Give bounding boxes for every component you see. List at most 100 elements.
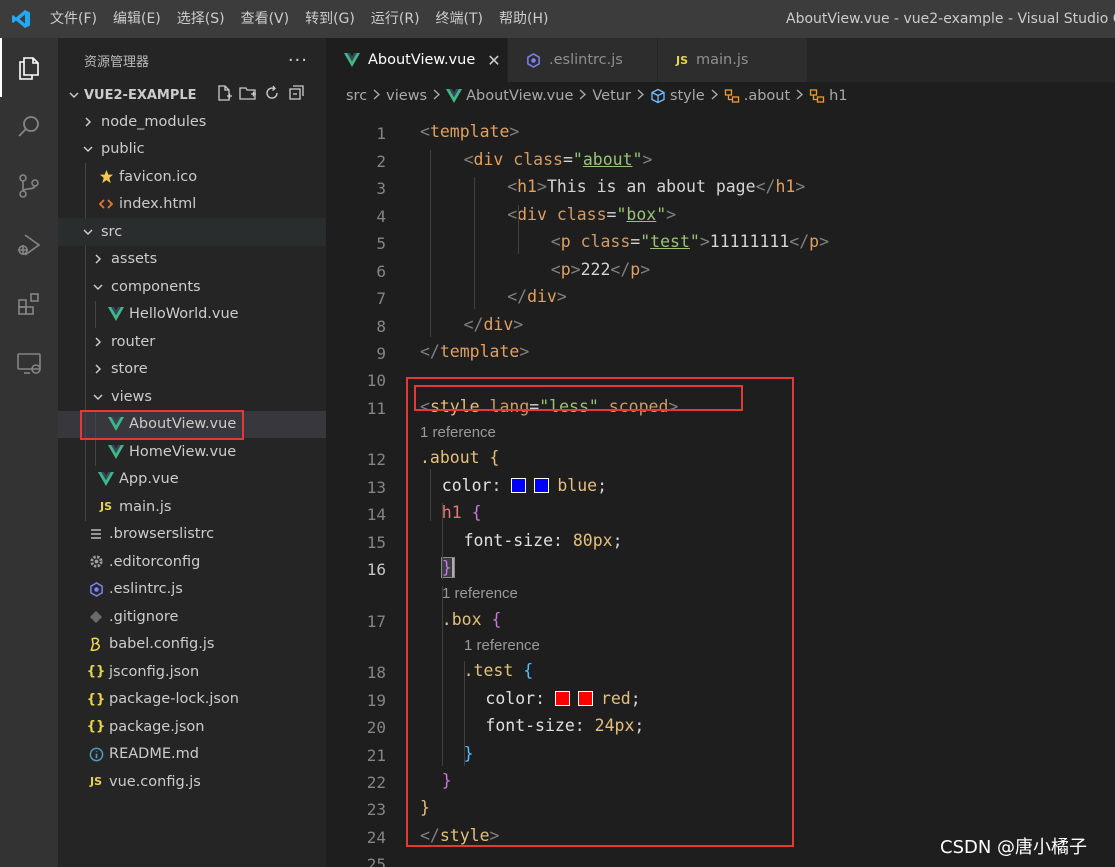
tree-item[interactable]: HelloWorld.vue bbox=[58, 300, 326, 328]
menu-item[interactable]: 查看(V) bbox=[233, 0, 298, 38]
tree-item[interactable]: JS main.js bbox=[58, 493, 326, 521]
tree-item[interactable]: HomeView.vue bbox=[58, 438, 326, 466]
files-icon[interactable] bbox=[0, 38, 58, 97]
menu-item[interactable]: 终端(T) bbox=[428, 0, 491, 38]
tree-item[interactable]: src bbox=[58, 218, 326, 246]
tab--eslintrc-js[interactable]: .eslintrc.js bbox=[508, 38, 658, 82]
tree-item[interactable]: node_modules bbox=[58, 108, 326, 136]
chevron-down-icon bbox=[78, 222, 98, 242]
collapse-all-icon[interactable] bbox=[287, 84, 305, 106]
tree-item[interactable]: assets bbox=[58, 245, 326, 273]
tree-item[interactable]: favicon.ico bbox=[58, 163, 326, 191]
source-control-icon[interactable] bbox=[0, 156, 58, 215]
window-title: AboutView.vue - vue2-example - Visual St… bbox=[786, 11, 1115, 27]
vscode-logo-icon bbox=[0, 0, 42, 38]
line-number: 5 bbox=[376, 234, 386, 253]
tree-item-label: .eslintrc.js bbox=[109, 581, 183, 598]
tree-item[interactable]: public bbox=[58, 136, 326, 164]
tree-item[interactable]: App.vue bbox=[58, 465, 326, 493]
code-token: div bbox=[527, 287, 557, 306]
breadcrumb-item[interactable]: src bbox=[346, 88, 367, 104]
menu-item[interactable]: 编辑(E) bbox=[105, 0, 169, 38]
tree-item[interactable]: {} package-lock.json bbox=[58, 686, 326, 714]
close-icon[interactable]: ✕ bbox=[487, 51, 500, 70]
tab-label: .eslintrc.js bbox=[549, 52, 623, 68]
more-actions-icon[interactable]: ··· bbox=[288, 50, 308, 71]
line-number: 2 bbox=[376, 152, 386, 171]
code-token: h1 bbox=[775, 177, 796, 196]
code-line: <p>222</p> bbox=[551, 260, 650, 279]
tree-item[interactable]: JS vue.config.js bbox=[58, 768, 326, 796]
tree-item[interactable]: .gitignore bbox=[58, 603, 326, 631]
json-icon: {} bbox=[86, 719, 106, 735]
line-number: 19 bbox=[366, 691, 386, 710]
code-token: < bbox=[463, 150, 474, 169]
tree-item[interactable]: .eslintrc.js bbox=[58, 576, 326, 604]
tree-item-label: favicon.ico bbox=[119, 168, 198, 185]
search-icon[interactable] bbox=[0, 97, 58, 156]
tree-item-label: .gitignore bbox=[109, 608, 179, 625]
new-file-icon[interactable] bbox=[215, 84, 233, 106]
tree-item[interactable]: {} package.json bbox=[58, 713, 326, 741]
tree-item[interactable]: router bbox=[58, 328, 326, 356]
menu-item[interactable]: 转到(G) bbox=[297, 0, 363, 38]
run-debug-icon[interactable] bbox=[0, 215, 58, 274]
code-token: " bbox=[632, 150, 643, 169]
menu-item[interactable]: 选择(S) bbox=[169, 0, 233, 38]
code-token: </ bbox=[420, 342, 440, 361]
line-number: 11 bbox=[366, 399, 386, 418]
tree-item[interactable]: .editorconfig bbox=[58, 548, 326, 576]
tab-main-js[interactable]: JS main.js bbox=[658, 38, 808, 82]
title-bar: 文件(F) 编辑(E) 选择(S) 查看(V) 转到(G) 运行(R) 终端(T) 帮助(H)… bbox=[0, 0, 1115, 38]
tree-item-label: store bbox=[111, 361, 148, 378]
breadcrumb-item[interactable]: style bbox=[670, 88, 705, 104]
new-folder-icon[interactable] bbox=[238, 84, 257, 106]
breadcrumb-item[interactable]: h1 bbox=[829, 88, 847, 104]
code-token: = bbox=[606, 205, 617, 224]
breadcrumb-item[interactable]: views bbox=[386, 88, 427, 104]
remote-explorer-icon[interactable] bbox=[0, 333, 58, 392]
code-token: p bbox=[630, 260, 641, 279]
chevron-right-icon bbox=[88, 249, 108, 269]
tree-item-label: index.html bbox=[119, 196, 197, 213]
code-token: < bbox=[507, 177, 518, 196]
refresh-icon[interactable] bbox=[263, 84, 281, 106]
chevron-down-icon bbox=[78, 139, 98, 159]
tree-item[interactable]: store bbox=[58, 355, 326, 383]
tab-aboutview-vue[interactable]: AboutView.vue ✕ bbox=[326, 38, 508, 82]
line-number: 8 bbox=[376, 317, 386, 336]
chevron-right-icon bbox=[578, 88, 587, 104]
tree-item[interactable]: babel.config.js bbox=[58, 631, 326, 659]
line-number: 13 bbox=[366, 478, 386, 497]
code-token: p bbox=[560, 232, 571, 251]
tree-item[interactable]: views bbox=[58, 383, 326, 411]
js-icon: JS bbox=[676, 53, 689, 67]
extensions-icon[interactable] bbox=[0, 274, 58, 333]
breadcrumb-item[interactable]: AboutView.vue bbox=[466, 88, 573, 104]
code-line: <template> bbox=[420, 122, 519, 141]
indent-guide bbox=[85, 493, 86, 521]
tree-item-label: node_modules bbox=[101, 113, 207, 130]
menu-item[interactable]: 帮助(H) bbox=[491, 0, 556, 38]
tab-label: main.js bbox=[696, 52, 749, 68]
breadcrumb-item[interactable]: Vetur bbox=[592, 88, 631, 104]
project-header[interactable]: VUE2-EXAMPLE bbox=[58, 82, 326, 108]
tree-item[interactable]: components bbox=[58, 273, 326, 301]
code-token: " bbox=[640, 232, 651, 251]
indent-guide bbox=[430, 150, 431, 337]
code-token: < bbox=[550, 232, 561, 251]
menu-item[interactable]: 运行(R) bbox=[363, 0, 428, 38]
tree-item[interactable]: index.html bbox=[58, 190, 326, 218]
js-icon: JS bbox=[89, 775, 102, 789]
indent-guide bbox=[85, 383, 86, 411]
highlight-box-style-tag bbox=[414, 385, 743, 411]
code-editor[interactable]: 1 <template> 2 <div class="about"> 3 <h1>This… bbox=[326, 109, 1115, 867]
chevron-down-icon bbox=[64, 89, 84, 101]
tree-item[interactable]: README.md bbox=[58, 741, 326, 769]
tree-item[interactable]: {} jsconfig.json bbox=[58, 658, 326, 686]
menu-item[interactable]: 文件(F) bbox=[42, 0, 105, 38]
breadcrumb-item[interactable]: .about bbox=[744, 88, 790, 104]
chevron-right-icon bbox=[78, 112, 98, 132]
tree-item[interactable]: .browserslistrc bbox=[58, 521, 326, 549]
watermark: CSDN @唐小橘子 bbox=[940, 837, 1088, 858]
